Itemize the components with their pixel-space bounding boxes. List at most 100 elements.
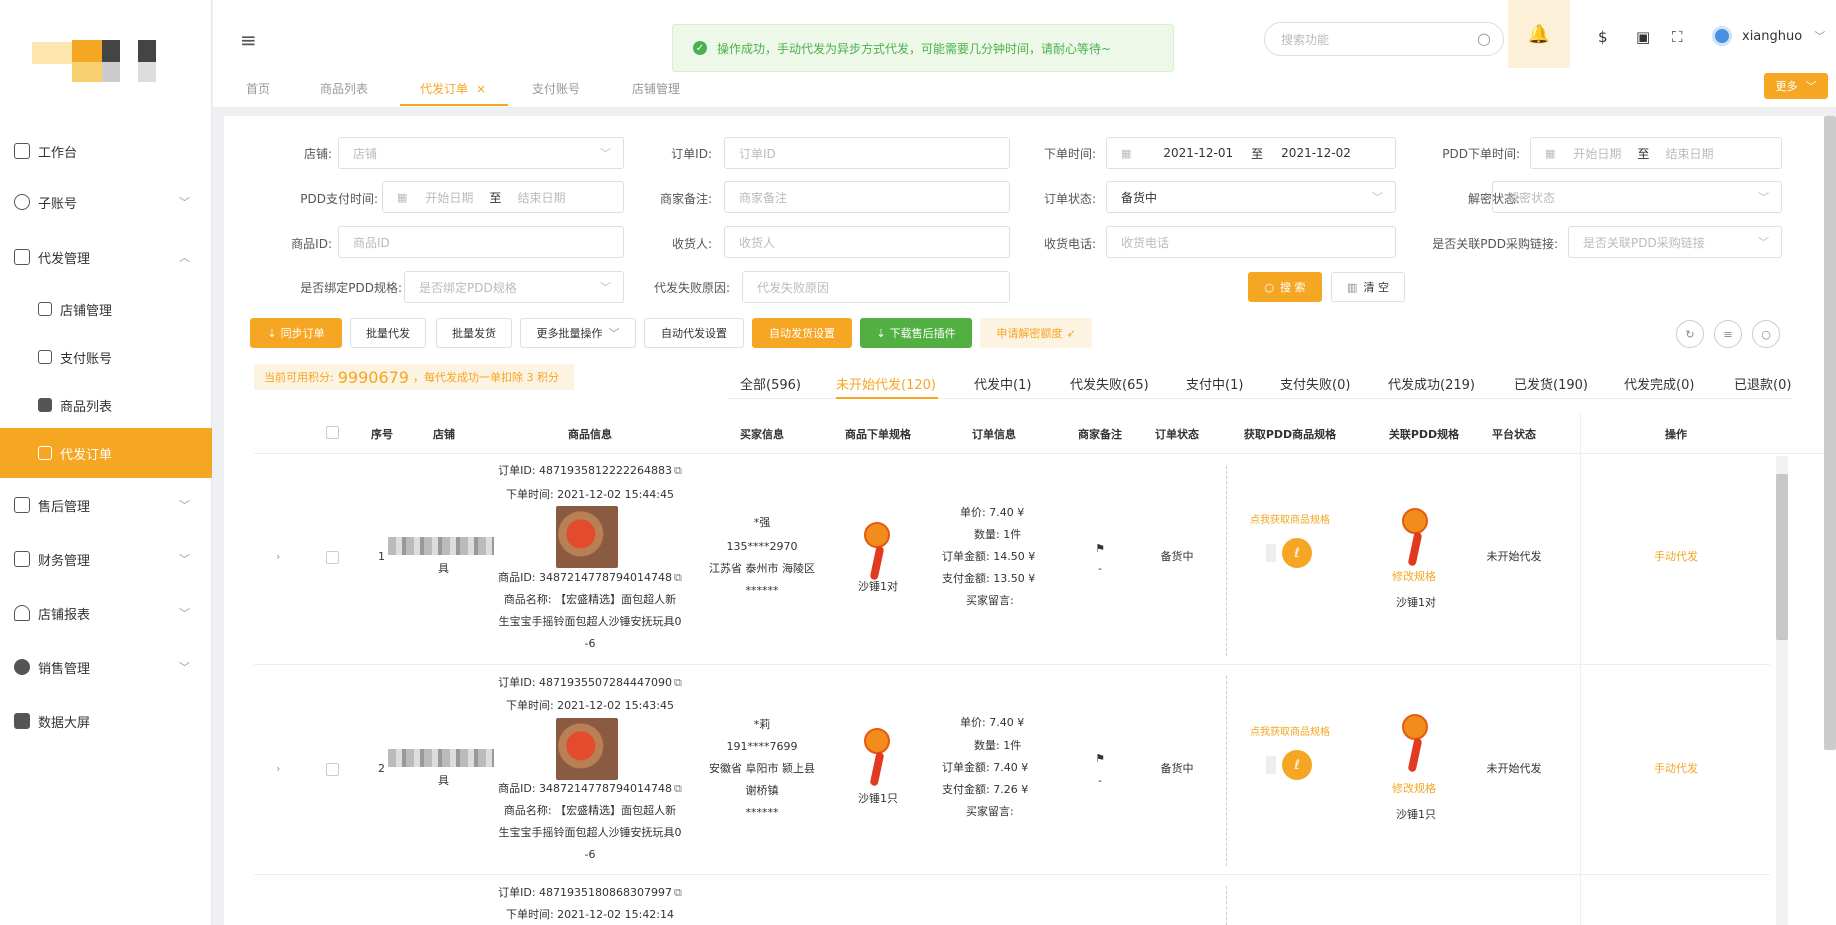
dashboard-icon [14,713,30,729]
tab-dispatch-orders[interactable]: 代发订单 × [420,80,486,97]
auto-dispatch-settings-button[interactable]: 自动代发设置 [644,318,744,348]
expand-row-icon[interactable]: › [276,546,280,568]
columns-icon[interactable]: ≡ [1714,320,1742,348]
sidebar-item-finance[interactable]: 财务管理 ﹀ [0,534,212,584]
product-name-line1: 商品名称: 【宏盛精选】面包超人新 [503,804,677,817]
fetch-spec-link[interactable]: 点我获取商品规格 [1250,722,1330,744]
sidebar-item-aftersale[interactable]: 售后管理 ﹀ [0,480,212,530]
clear-button[interactable]: ▥ 清 空 [1331,272,1405,302]
search-input[interactable]: 搜索功能 ○ [1264,22,1504,56]
row-checkbox[interactable] [326,763,339,776]
tab-shop-manage[interactable]: 店铺管理 [632,80,680,97]
fetch-spec-icon[interactable]: ℓ [1282,750,1312,780]
status-tab-paying[interactable]: 支付中(1) [1186,374,1243,393]
sidebar-item-subaccount[interactable]: 子账号 ﹀ [0,177,212,227]
tab-home[interactable]: 首页 [246,80,270,97]
order-time-range[interactable]: ▦ 2021-12-01 至 2021-12-02 [1106,137,1396,169]
status-tab-success[interactable]: 代发成功(219) [1388,374,1475,393]
status-tab-pay-failed[interactable]: 支付失败(0) [1280,374,1350,393]
sidebar-item-shop-report[interactable]: 店铺报表 ﹀ [0,588,212,638]
table-scroll-thumb[interactable] [1776,474,1788,640]
product-thumbnail[interactable] [556,506,618,568]
fullscreen-icon[interactable]: ⛶ [1672,28,1683,46]
sidebar-item-sales[interactable]: 销售管理 ﹀ [0,642,212,692]
dollar-icon[interactable]: $ [1598,28,1608,46]
close-icon[interactable]: × [476,82,486,96]
buyer-address: 安徽省 阜阳市 颍上县 [709,762,815,775]
copy-icon[interactable]: ⧉ [674,571,682,584]
sidebar-item-workbench[interactable]: 工作台 [0,126,212,176]
manual-dispatch-link[interactable]: 手动代发 [1654,758,1698,780]
more-batch-button[interactable]: 更多批量操作 ﹀ [520,318,636,348]
edit-spec-link[interactable]: 修改规格 [1392,566,1436,588]
download-plugin-button[interactable]: ⇣ 下载售后插件 [860,318,972,348]
tab-product-list[interactable]: 商品列表 [320,80,368,97]
pdd-link-label: 是否关联PDD采购链接: [1432,237,1558,251]
status-tab-not-started[interactable]: 未开始代发(120) [836,374,936,393]
row-checkbox[interactable] [326,551,339,564]
status-tab-failed[interactable]: 代发失败(65) [1070,374,1149,393]
sync-orders-button[interactable]: ⇣ 同步订单 [250,318,342,348]
logo [32,40,162,86]
more-button[interactable]: 更多 ﹀ [1764,73,1828,99]
pdd-link-select[interactable]: 是否关联PDD采购链接 ﹀ [1568,226,1782,258]
status-tab-dispatching[interactable]: 代发中(1) [974,374,1031,393]
pdd-spec-bound-select[interactable]: 是否绑定PDD规格 ﹀ [404,271,624,303]
decrypt-status-select[interactable]: 解密状态 ﹀ [1492,181,1782,213]
pdd-order-time-range[interactable]: ▦ 开始日期至结束日期 [1530,137,1782,169]
status-tab-shipped[interactable]: 已发货(190) [1514,374,1588,393]
batch-ship-button[interactable]: 批量发货 [436,318,512,348]
copy-icon[interactable]: ⧉ [674,886,682,899]
product-id-input[interactable]: 商品ID [338,226,624,258]
quantity: 数量: 1件 [974,528,1022,541]
manual-dispatch-link[interactable]: 手动代发 [1654,546,1698,568]
sidebar-item-dashboard[interactable]: 数据大屏 [0,696,212,746]
monitor-icon[interactable]: ▣ [1636,28,1650,46]
status-tab-refunded[interactable]: 已退款(0) [1734,374,1791,393]
edit-spec-link[interactable]: 修改规格 [1392,778,1436,800]
search-button[interactable]: ○ 搜 索 [1248,272,1322,302]
chevron-down-icon: ﹀ [608,327,620,340]
fail-reason-input[interactable]: 代发失败原因 [742,271,1010,303]
flag-icon[interactable]: ⚑ [1095,748,1105,770]
receiver-phone-input[interactable]: 收货电话 [1106,226,1396,258]
bell-icon[interactable]: 🔔 [1508,0,1570,68]
chevron-down-icon: ﹀ [1805,80,1817,93]
product-thumbnail[interactable] [556,718,618,780]
sidebar-item-product-list[interactable]: 商品列表 [0,380,212,430]
search-toggle-icon[interactable]: ○ [1752,320,1780,348]
chevron-down-icon: ﹀ [1814,30,1826,43]
copy-icon[interactable]: ⧉ [674,782,682,795]
sidebar-item-dispatch-orders[interactable]: 代发订单 [0,428,212,478]
receiver-input[interactable]: 收货人 [724,226,1010,258]
user-menu[interactable]: xianghuo ﹀ [1712,26,1825,46]
auto-ship-settings-button[interactable]: 自动发货设置 [752,318,852,348]
status-tab-completed[interactable]: 代发完成(0) [1624,374,1694,393]
hamburger-menu-icon[interactable]: ≡ [240,28,257,52]
merchant-note-input[interactable]: 商家备注 [724,181,1010,213]
flag-icon[interactable]: ⚑ [1095,538,1105,560]
merchant-note-label: 商家备注: [659,192,712,206]
tab-pay-account[interactable]: 支付账号 [532,80,580,97]
pdd-pay-time-range[interactable]: ▦ 开始日期至结束日期 [382,181,624,213]
merchant-note: - [1098,562,1102,575]
fetch-spec-icon[interactable]: ℓ [1282,538,1312,568]
col-shop: 店铺 [433,428,455,441]
batch-dispatch-button[interactable]: 批量代发 [350,318,426,348]
sidebar-item-pay-account[interactable]: 支付账号 [0,332,212,382]
sidebar-item-dispatch[interactable]: 代发管理 ︿ [0,232,212,282]
order-id-input[interactable]: 订单ID [724,137,1010,169]
page-scrollbar[interactable] [1824,116,1836,750]
shop-select[interactable]: 店铺 ﹀ [338,137,624,169]
copy-icon[interactable]: ⧉ [674,464,682,477]
sidebar-item-shop-manage[interactable]: 店铺管理 [0,284,212,334]
linked-spec-image [1396,508,1436,568]
expand-row-icon[interactable]: › [276,758,280,780]
fetch-spec-link[interactable]: 点我获取商品规格 [1250,510,1330,532]
select-all-checkbox[interactable] [326,426,339,439]
status-tab-all[interactable]: 全部(596) [740,374,801,393]
refresh-icon[interactable]: ↻ [1676,320,1704,348]
apply-decrypt-quota-button[interactable]: 申请解密额度 ➶ [980,318,1092,348]
copy-icon[interactable]: ⧉ [674,676,682,689]
order-status-select[interactable]: 备货中 ﹀ [1106,181,1396,213]
